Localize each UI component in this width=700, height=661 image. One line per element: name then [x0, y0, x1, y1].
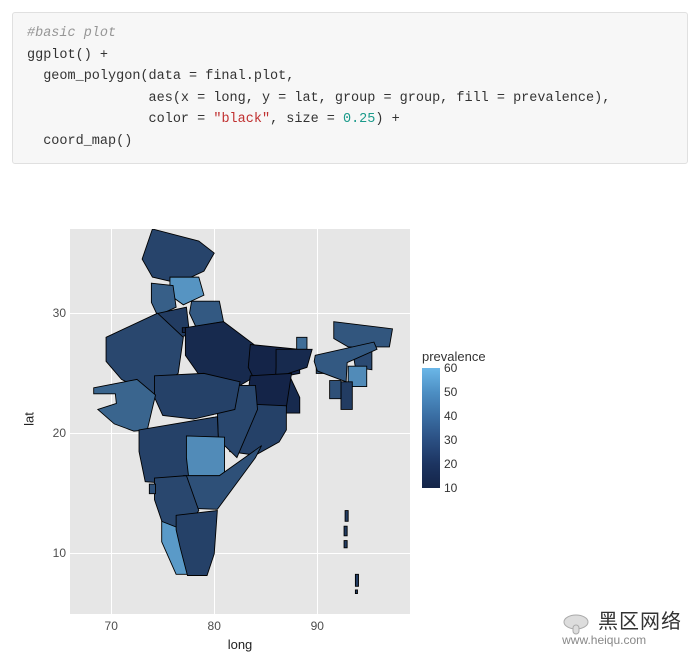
x-tick-label: 90 — [311, 619, 324, 633]
watermark-sub: www.heiqu.com — [562, 633, 682, 647]
state-polygon — [344, 540, 347, 547]
code-comment: #basic plot — [27, 26, 116, 41]
x-axis-title: long — [228, 637, 253, 652]
choropleth-plot: lat long prevalence 605040302010 1020307… — [12, 219, 532, 649]
watermark-title: 黑区网络 — [598, 611, 682, 633]
y-tick-label: 20 — [42, 426, 66, 440]
y-tick-label: 30 — [42, 306, 66, 320]
state-polygon — [149, 484, 155, 494]
map-canvas — [70, 229, 410, 614]
mushroom-icon — [562, 613, 590, 635]
code-line: ggplot() + — [27, 48, 108, 63]
state-polygon — [345, 510, 348, 521]
legend-tick-label: 20 — [444, 457, 457, 471]
state-polygon — [355, 574, 358, 586]
code-line: color = "black", size = 0.25) + — [27, 112, 400, 127]
legend-tick-label: 60 — [444, 361, 457, 375]
legend-tick-label: 30 — [444, 433, 457, 447]
state-polygon — [297, 337, 307, 349]
code-line: coord_map() — [27, 134, 132, 149]
state-polygon — [355, 590, 357, 594]
state-polygon — [334, 321, 393, 346]
state-polygon — [344, 526, 347, 536]
state-polygon — [94, 379, 156, 431]
y-axis-title: lat — [21, 412, 36, 426]
code-line: aes(x = long, y = lat, group = group, fi… — [27, 91, 610, 106]
x-tick-label: 70 — [105, 619, 118, 633]
legend-colorbar: 605040302010 — [422, 368, 440, 488]
state-polygon — [142, 229, 214, 283]
x-tick-label: 80 — [208, 619, 221, 633]
y-tick-label: 10 — [42, 546, 66, 560]
legend-tick-label: 50 — [444, 385, 457, 399]
state-polygon — [186, 436, 224, 476]
watermark: 黑区网络 www.heiqu.com — [562, 605, 682, 647]
state-polygon — [330, 380, 341, 398]
code-block: #basic plot ggplot() + geom_polygon(data… — [12, 12, 688, 164]
legend-tick-label: 10 — [444, 481, 457, 495]
legend: prevalence 605040302010 — [422, 349, 486, 488]
legend-tick-label: 40 — [444, 409, 457, 423]
state-polygon — [341, 381, 352, 409]
code-line: geom_polygon(data = final.plot, — [27, 69, 294, 84]
